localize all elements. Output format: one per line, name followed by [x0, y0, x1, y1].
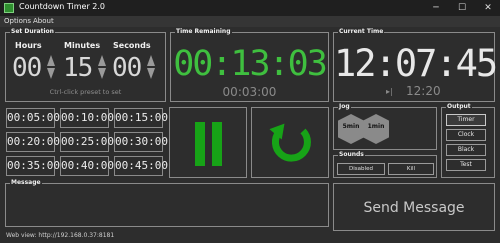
- jog-5min-label: 5min: [342, 123, 360, 130]
- output-timer-button[interactable]: Timer: [446, 114, 486, 126]
- preset-button[interactable]: 00:15:00: [114, 108, 168, 128]
- preset-button[interactable]: 00:20:00: [6, 132, 60, 152]
- hours-label: Hours: [15, 41, 42, 50]
- preset-button[interactable]: 00:10:00: [60, 108, 114, 128]
- current-time-value: 12:07:45: [334, 42, 498, 85]
- set-duration-label: Set Duration: [10, 28, 55, 36]
- output-clock-button[interactable]: Clock: [446, 129, 486, 141]
- jog-5min-button[interactable]: 5min: [338, 114, 364, 144]
- minutes-up-icon[interactable]: [98, 55, 106, 66]
- skip-icon: ▸|: [386, 87, 393, 96]
- time-remaining-label: Time Remaining: [175, 28, 232, 36]
- menu-options[interactable]: Options: [4, 16, 31, 27]
- pause-button[interactable]: [169, 107, 247, 178]
- hours-down-icon[interactable]: [47, 68, 55, 79]
- seconds-label: Seconds: [113, 41, 151, 50]
- time-total-value: 00:03:00: [222, 85, 277, 99]
- seconds-down-icon[interactable]: [147, 68, 155, 79]
- preset-button[interactable]: 00:05:00: [6, 108, 60, 128]
- web-view-status: Web view: http://192.168.0.37:8181: [6, 232, 115, 239]
- message-label: Message: [10, 179, 42, 187]
- window-title: Countdown Timer 2.0: [19, 2, 106, 11]
- seconds-up-icon[interactable]: [147, 55, 155, 66]
- restart-button[interactable]: [251, 107, 329, 178]
- hours-value[interactable]: 00: [12, 53, 42, 83]
- time-remaining-value: 00:13:03: [173, 44, 328, 84]
- title-bar: Countdown Timer 2.0 ─ ☐ ✕: [0, 0, 500, 16]
- minutes-down-icon[interactable]: [98, 68, 106, 79]
- sound-kill-button[interactable]: Kill: [388, 163, 434, 175]
- end-time-value: 12:20: [406, 84, 441, 98]
- sound-disabled-button[interactable]: Disabled: [337, 163, 385, 175]
- jog-1min-label: 1min: [367, 123, 385, 130]
- send-message-button[interactable]: Send Message: [333, 183, 495, 231]
- minimize-button[interactable]: ─: [426, 0, 446, 16]
- preset-button[interactable]: 00:35:00: [6, 156, 60, 176]
- jog-panel: Jog 5min 1min: [333, 103, 437, 150]
- close-button[interactable]: ✕: [478, 0, 498, 16]
- sounds-panel: Sounds Disabled Kill: [333, 151, 437, 178]
- seconds-value[interactable]: 00: [112, 53, 142, 83]
- minutes-spinner[interactable]: [98, 53, 107, 81]
- app-icon: [4, 3, 14, 13]
- preset-button[interactable]: 00:25:00: [60, 132, 114, 152]
- hours-up-icon[interactable]: [47, 55, 55, 66]
- preset-hint: Ctrl-click preset to set: [49, 88, 122, 96]
- menu-about[interactable]: About: [33, 16, 54, 27]
- current-time-panel: Current Time 12:07:45 ▸| 12:20: [333, 28, 498, 102]
- output-test-button[interactable]: Test: [446, 159, 486, 171]
- message-panel[interactable]: Message: [5, 179, 329, 227]
- sounds-label: Sounds: [338, 151, 365, 159]
- preset-button[interactable]: 00:40:00: [60, 156, 114, 176]
- hours-spinner[interactable]: [47, 53, 56, 81]
- time-remaining-panel: Time Remaining 00:13:03 00:03:00: [170, 28, 329, 102]
- menu-bar: Options About: [0, 16, 500, 27]
- output-label: Output: [446, 103, 472, 111]
- set-duration-panel: Set Duration Hours Minutes Seconds 00 15…: [5, 28, 166, 102]
- output-black-button[interactable]: Black: [446, 144, 486, 156]
- jog-1min-button[interactable]: 1min: [363, 114, 389, 144]
- seconds-spinner[interactable]: [147, 53, 156, 81]
- preset-button[interactable]: 00:30:00: [114, 132, 168, 152]
- minutes-label: Minutes: [64, 41, 101, 50]
- jog-label: Jog: [338, 103, 351, 111]
- current-time-label: Current Time: [338, 28, 385, 36]
- preset-button[interactable]: 00:45:00: [114, 156, 168, 176]
- restart-icon: [269, 123, 311, 162]
- maximize-button[interactable]: ☐: [452, 0, 472, 16]
- output-panel: Output Timer Clock Black Test: [441, 103, 495, 178]
- minutes-value[interactable]: 15: [63, 53, 93, 83]
